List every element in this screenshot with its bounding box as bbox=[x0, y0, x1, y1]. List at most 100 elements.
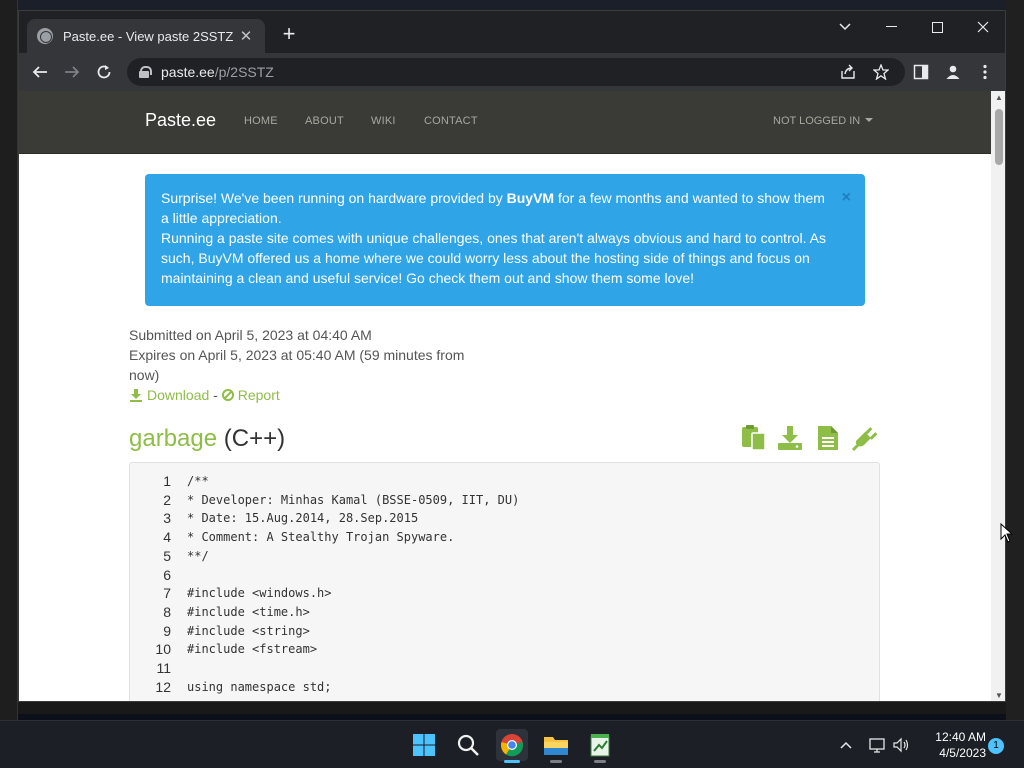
line-number: 3 bbox=[163, 510, 171, 527]
windows-logo-icon bbox=[413, 734, 435, 756]
search-icon bbox=[457, 734, 479, 756]
star-icon bbox=[873, 64, 889, 80]
nav-contact[interactable]: CONTACT bbox=[424, 115, 478, 127]
user-menu[interactable]: NOT LOGGED IN bbox=[773, 115, 874, 127]
code-text: #include <fstream> bbox=[187, 642, 318, 657]
forward-button[interactable] bbox=[59, 59, 85, 85]
reload-icon bbox=[97, 65, 111, 79]
code-line: 8 #include <time.h> bbox=[130, 604, 879, 623]
close-icon bbox=[977, 21, 989, 33]
code-line: 5 **/ bbox=[130, 548, 879, 567]
paste-name[interactable]: garbage bbox=[129, 425, 217, 452]
code-line: 4 * Comment: A Stealthy Trojan Spyware. bbox=[130, 529, 879, 548]
code-line: 2 * Developer: Minhas Kamal (BSSE-0509, I… bbox=[130, 492, 879, 511]
browser-toolbar: paste.ee/p/2SSTZ bbox=[19, 53, 1005, 91]
scroll-down-icon[interactable]: ▼ bbox=[991, 689, 1005, 701]
profile-button[interactable] bbox=[941, 59, 965, 85]
search-button[interactable] bbox=[452, 729, 484, 761]
alert-sponsor-name: BuyVM bbox=[506, 190, 555, 206]
paste-links: Download - Report bbox=[129, 385, 489, 405]
links-separator: - bbox=[213, 387, 218, 403]
notepad-icon bbox=[590, 734, 610, 757]
paste-title: garbage (C++) bbox=[129, 425, 285, 453]
report-link[interactable]: Report bbox=[221, 387, 280, 403]
taskbar-app[interactable] bbox=[584, 729, 616, 763]
share-button[interactable] bbox=[836, 59, 860, 85]
code-text: /** bbox=[187, 474, 209, 488]
tab-strip: Paste.ee - View paste 2SSTZ ✕ + bbox=[19, 11, 1005, 53]
taskbar-chrome[interactable] bbox=[496, 729, 528, 763]
code-line: 7 #include <windows.h> bbox=[130, 585, 879, 604]
network-button[interactable] bbox=[868, 735, 888, 755]
alert-text-body: Running a paste site comes with unique c… bbox=[161, 230, 826, 286]
menu-button[interactable] bbox=[973, 59, 997, 85]
download-link[interactable]: Download bbox=[129, 387, 213, 403]
code-line: 10 #include <fstream> bbox=[130, 641, 879, 660]
raw-button[interactable] bbox=[815, 424, 843, 452]
network-icon bbox=[869, 738, 885, 753]
scroll-thumb[interactable] bbox=[995, 109, 1003, 165]
close-tab-icon[interactable]: ✕ bbox=[237, 27, 255, 45]
chevron-up-icon bbox=[840, 741, 852, 749]
scroll-up-icon[interactable]: ▲ bbox=[991, 91, 1005, 105]
minimize-button[interactable] bbox=[868, 11, 914, 43]
code-text: #include <time.h> bbox=[187, 604, 310, 619]
site-brand[interactable]: Paste.ee bbox=[145, 110, 216, 131]
clock[interactable]: 12:40 AM 4/5/2023 bbox=[920, 729, 986, 761]
paste-meta: Submitted on April 5, 2023 at 04:40 AM E… bbox=[129, 325, 489, 405]
line-number: 5 bbox=[163, 547, 171, 564]
mouse-cursor-icon bbox=[1000, 523, 1014, 543]
line-number: 8 bbox=[163, 603, 171, 620]
nav-wiki[interactable]: WIKI bbox=[371, 115, 396, 127]
nav-about[interactable]: ABOUT bbox=[305, 115, 344, 127]
share-icon bbox=[841, 64, 855, 79]
person-icon bbox=[946, 65, 960, 79]
download-paste-button[interactable] bbox=[777, 424, 805, 452]
arrow-right-icon bbox=[65, 66, 80, 78]
taskbar-file-explorer[interactable] bbox=[540, 729, 572, 763]
alert-close-button[interactable]: × bbox=[842, 188, 851, 208]
code-text: **/ bbox=[187, 548, 209, 563]
code-text: #include <string> bbox=[187, 623, 310, 638]
expires-text: Expires on April 5, 2023 at 05:40 AM (59… bbox=[129, 347, 465, 383]
code-text: #include <windows.h> bbox=[187, 586, 332, 601]
side-panel-button[interactable] bbox=[909, 59, 933, 85]
tab-active[interactable]: Paste.ee - View paste 2SSTZ ✕ bbox=[27, 19, 265, 53]
back-button[interactable] bbox=[27, 59, 53, 85]
start-button[interactable] bbox=[408, 729, 440, 761]
code-line: 11 bbox=[130, 660, 879, 679]
embed-button[interactable] bbox=[851, 424, 879, 452]
bookmark-button[interactable] bbox=[869, 59, 893, 85]
line-number: 6 bbox=[163, 566, 171, 583]
line-number: 1 bbox=[163, 473, 171, 489]
submitted-text: Submitted on April 5, 2023 at 04:40 AM bbox=[129, 327, 372, 343]
notification-badge[interactable]: 1 bbox=[988, 738, 1004, 754]
user-menu-label: NOT LOGGED IN bbox=[773, 115, 861, 127]
ban-icon bbox=[221, 389, 234, 401]
line-number: 2 bbox=[163, 491, 171, 508]
code-text: using namespace std; bbox=[187, 679, 332, 694]
copy-icon bbox=[742, 425, 766, 451]
code-view[interactable]: 1 /** 2 * Developer: Minhas Kamal (BSSE-050… bbox=[129, 462, 880, 701]
volume-button[interactable] bbox=[892, 735, 912, 755]
code-line: 9 #include <string> bbox=[130, 623, 879, 642]
reload-button[interactable] bbox=[91, 59, 117, 85]
code-text: * Comment: A Stealthy Trojan Spyware. bbox=[187, 530, 455, 545]
folder-icon bbox=[544, 737, 568, 755]
maximize-button[interactable] bbox=[914, 11, 960, 43]
minimize-icon bbox=[885, 26, 897, 27]
page-scrollbar[interactable]: ▲ ▼ bbox=[991, 91, 1005, 701]
show-hidden-icons-button[interactable] bbox=[836, 735, 856, 755]
new-tab-button[interactable]: + bbox=[277, 23, 301, 47]
background-window-left bbox=[0, 0, 18, 720]
close-window-button[interactable] bbox=[960, 11, 1005, 43]
globe-icon bbox=[37, 28, 53, 44]
copy-button[interactable] bbox=[741, 424, 769, 452]
clock-time: 12:40 AM bbox=[935, 730, 986, 744]
active-indicator bbox=[504, 760, 520, 763]
chrome-icon bbox=[500, 734, 524, 757]
tab-search-button[interactable] bbox=[822, 11, 868, 43]
code-line: 6 bbox=[130, 567, 879, 586]
address-bar[interactable]: paste.ee/p/2SSTZ bbox=[127, 58, 905, 86]
nav-home[interactable]: HOME bbox=[244, 115, 278, 127]
